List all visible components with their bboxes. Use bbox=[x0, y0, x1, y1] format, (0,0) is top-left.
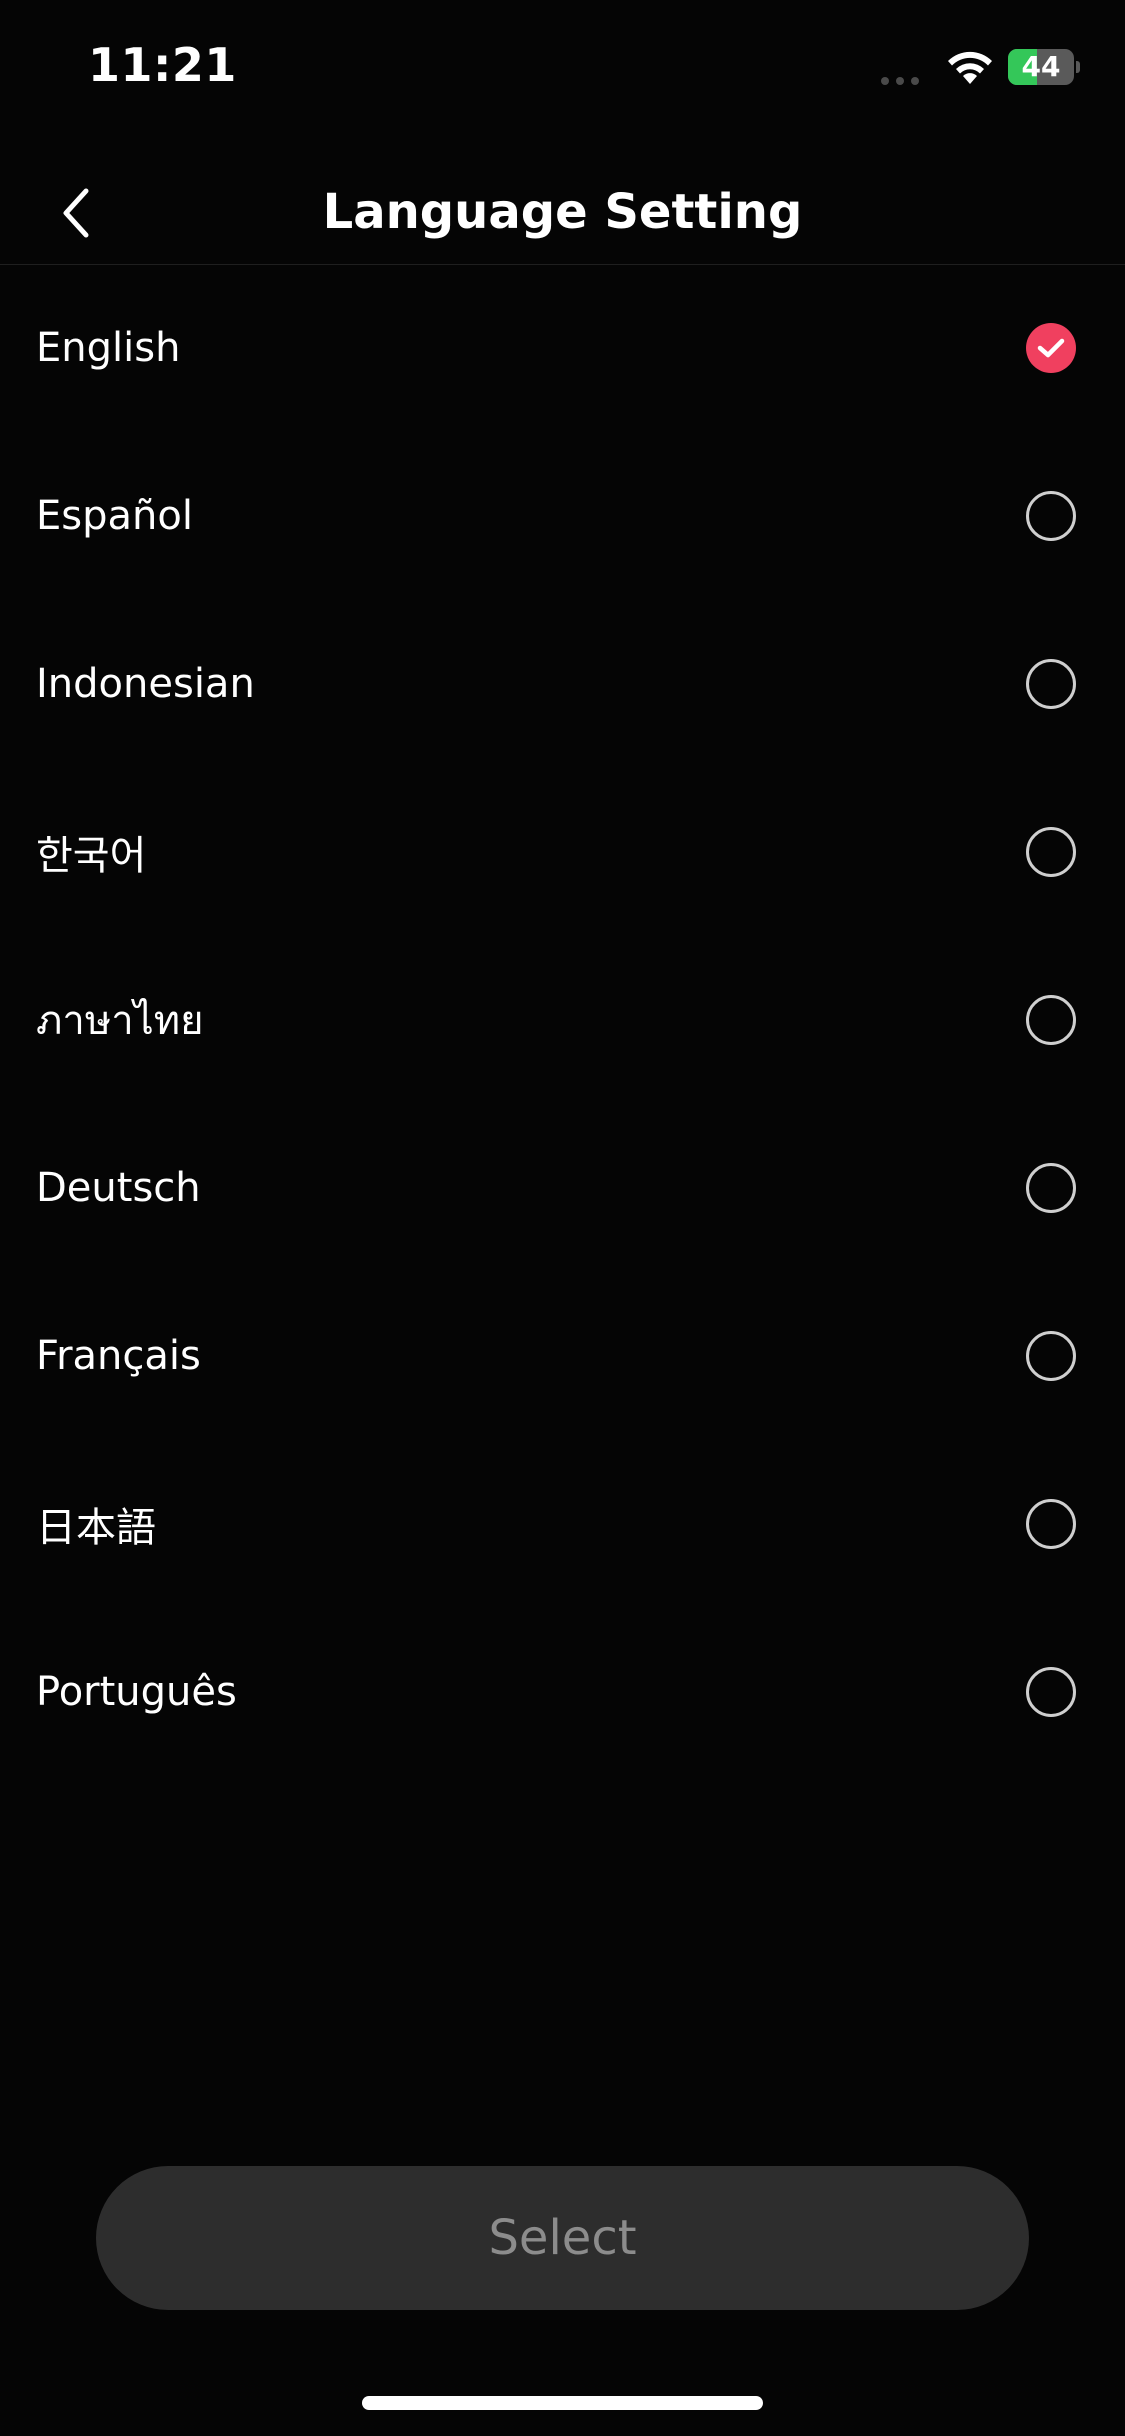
language-item[interactable]: Français bbox=[0, 1272, 1125, 1440]
radio-unchecked-icon[interactable] bbox=[1026, 1331, 1076, 1381]
radio-unchecked-icon[interactable] bbox=[1026, 659, 1076, 709]
language-item[interactable]: 日本語 bbox=[0, 1440, 1125, 1608]
language-label: Português bbox=[36, 1669, 237, 1715]
chevron-left-icon bbox=[63, 188, 89, 238]
radio-unchecked-icon[interactable] bbox=[1026, 1499, 1076, 1549]
battery-level: 44 bbox=[1021, 50, 1061, 83]
page-title: Language Setting bbox=[322, 184, 803, 240]
back-button[interactable] bbox=[40, 178, 110, 248]
language-label: 한국어 bbox=[36, 833, 147, 879]
nav-bar: Language Setting bbox=[0, 160, 1125, 265]
language-label: Español bbox=[36, 493, 193, 539]
radio-checked-icon[interactable] bbox=[1026, 323, 1076, 373]
battery-cap bbox=[1076, 61, 1080, 73]
language-item[interactable]: 한국어 bbox=[0, 768, 1125, 936]
radio-unchecked-icon[interactable] bbox=[1026, 995, 1076, 1045]
language-label: English bbox=[36, 325, 181, 371]
language-item[interactable]: Deutsch bbox=[0, 1104, 1125, 1272]
language-label: Français bbox=[36, 1333, 201, 1379]
radio-unchecked-icon[interactable] bbox=[1026, 491, 1076, 541]
language-item[interactable]: English bbox=[0, 264, 1125, 432]
language-label: Deutsch bbox=[36, 1165, 201, 1211]
language-item[interactable]: Español bbox=[0, 432, 1125, 600]
language-item[interactable]: ภาษาไทย bbox=[0, 936, 1125, 1104]
select-button[interactable]: Select bbox=[96, 2166, 1029, 2310]
home-indicator bbox=[362, 2396, 763, 2410]
wifi-icon bbox=[948, 51, 992, 84]
language-item[interactable]: Português bbox=[0, 1608, 1125, 1776]
language-label: ภาษาไทย bbox=[36, 998, 204, 1044]
status-time: 11:21 bbox=[88, 38, 237, 92]
language-list: English Español Indonesian 한국어 ภาษาไทย D… bbox=[0, 264, 1125, 1776]
battery-charging-icon: 44 bbox=[1008, 49, 1080, 85]
battery-body: 44 bbox=[1008, 49, 1074, 85]
language-label: 日本語 bbox=[36, 1505, 156, 1551]
cellular-dots-icon bbox=[881, 77, 919, 85]
status-bar: 11:21 44 bbox=[0, 0, 1125, 140]
check-icon bbox=[1037, 338, 1065, 358]
language-item[interactable]: Indonesian bbox=[0, 600, 1125, 768]
radio-unchecked-icon[interactable] bbox=[1026, 1667, 1076, 1717]
radio-unchecked-icon[interactable] bbox=[1026, 827, 1076, 877]
language-label: Indonesian bbox=[36, 661, 255, 707]
radio-unchecked-icon[interactable] bbox=[1026, 1163, 1076, 1213]
